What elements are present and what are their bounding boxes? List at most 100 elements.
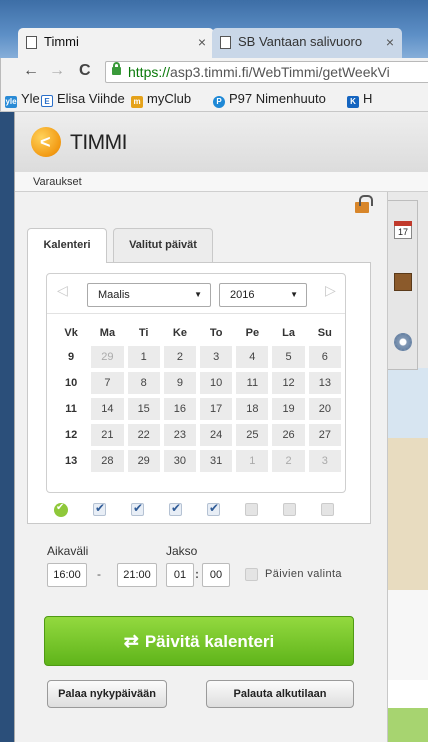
bookmark-p97-nimenhuuto[interactable]: P P97 Nimenhuuto — [213, 91, 326, 108]
bookmark-elisa-viihde[interactable]: E Elisa Viihde — [41, 91, 125, 107]
bookmark-label: Yle — [21, 91, 40, 106]
week-row: 10 7 8 9 10 11 12 13 — [55, 372, 341, 394]
day-cell[interactable]: 3 — [200, 346, 233, 368]
day-cell[interactable]: 14 — [91, 398, 124, 420]
weekday-checkbox-to[interactable] — [207, 501, 220, 516]
day-cell[interactable]: 11 — [236, 372, 269, 394]
nimenhuuto-icon: P — [213, 96, 225, 108]
close-icon[interactable]: × — [386, 28, 394, 56]
day-cell[interactable]: 26 — [272, 424, 305, 446]
k-icon: K — [347, 96, 359, 108]
bookmark-myclub[interactable]: m myClub — [131, 91, 191, 108]
day-cell[interactable]: 13 — [308, 372, 341, 394]
day-cell[interactable]: 29 — [91, 346, 124, 368]
timmi-app: < TIMMI Varaukset Kalenteri Valitut päiv… — [14, 112, 428, 742]
day-cell[interactable]: 2 — [163, 346, 197, 368]
next-month-icon[interactable]: ▷ — [325, 282, 336, 299]
prev-month-icon[interactable]: ◁ — [57, 282, 68, 299]
day-cell[interactable]: 6 — [308, 346, 341, 368]
unlock-icon[interactable] — [355, 195, 373, 213]
day-cell[interactable]: 23 — [163, 424, 197, 446]
month-select[interactable]: Maalis ▼ — [87, 283, 211, 307]
back-icon[interactable]: ← — [23, 61, 39, 81]
house-icon[interactable] — [394, 273, 412, 291]
day-cell[interactable]: 21 — [91, 424, 124, 446]
gear-icon[interactable] — [394, 333, 412, 351]
day-cell[interactable]: 5 — [272, 346, 305, 368]
menu-item-varaukset[interactable]: Varaukset — [33, 176, 82, 188]
calendar-background — [388, 708, 428, 742]
calendar-side-panel: Kalenteri Valitut päivät ◁ Maalis ▼ 2016… — [15, 192, 387, 742]
weekday-checkbox-la[interactable] — [283, 503, 296, 516]
reset-button[interactable]: Palauta alkutilaan — [206, 680, 354, 708]
reload-icon[interactable]: C — [79, 61, 91, 81]
address-bar[interactable]: https://asp3.timmi.fi/WebTimmi/getWeekVi — [105, 61, 428, 83]
tab-valitut-paivat[interactable]: Valitut päivät — [113, 228, 213, 262]
day-cell[interactable]: 4 — [236, 346, 269, 368]
week-row: 12 21 22 23 24 25 26 27 — [55, 424, 341, 446]
day-cell[interactable]: 17 — [200, 398, 233, 420]
bookmark-yle[interactable]: yle Yle — [5, 91, 40, 108]
day-cell[interactable]: 9 — [163, 372, 197, 394]
week-number[interactable]: 12 — [55, 424, 87, 446]
day-cell[interactable]: 10 — [200, 372, 233, 394]
day-cell[interactable]: 1 — [127, 346, 160, 368]
logo-text: TIMMI — [70, 131, 127, 154]
start-time-input[interactable]: 16:00 — [47, 563, 87, 587]
day-cell[interactable]: 15 — [127, 398, 160, 420]
jakso-hours-input[interactable]: 01 — [166, 563, 194, 587]
time-range-dash: - — [97, 567, 101, 581]
col-header: Ke — [172, 327, 187, 339]
week-number[interactable]: 10 — [55, 372, 87, 394]
day-cell[interactable]: 20 — [308, 398, 341, 420]
day-cell[interactable]: 18 — [236, 398, 269, 420]
tab-kalenteri[interactable]: Kalenteri — [27, 228, 107, 263]
paivien-valinta-checkbox[interactable] — [245, 568, 258, 581]
day-cell[interactable]: 3 — [308, 450, 341, 472]
day-cell[interactable]: 28 — [91, 450, 124, 472]
day-cell[interactable]: 24 — [200, 424, 233, 446]
week-number[interactable]: 13 — [55, 450, 87, 472]
bookmark-h[interactable]: KH — [347, 91, 372, 108]
day-cell[interactable]: 29 — [127, 450, 160, 472]
day-cell[interactable]: 27 — [308, 424, 341, 446]
url-protocol: https:// — [128, 64, 171, 80]
chevron-down-icon: ▼ — [194, 290, 202, 299]
paivien-valinta-label: Päivien valinta — [265, 568, 342, 580]
weekday-checkbox-ma[interactable] — [93, 501, 106, 516]
day-cell[interactable]: 19 — [272, 398, 305, 420]
update-calendar-button[interactable]: ⇄ Päivitä kalenteri — [44, 616, 354, 666]
day-cell[interactable]: 25 — [236, 424, 269, 446]
select-all-check-icon[interactable] — [54, 502, 68, 517]
weekday-checkbox-ke[interactable] — [169, 501, 182, 516]
year-select[interactable]: 2016 ▼ — [219, 283, 307, 307]
close-icon[interactable]: × — [198, 28, 206, 56]
browser-tab-timmi[interactable]: Timmi × — [18, 28, 214, 58]
day-cell[interactable]: 16 — [163, 398, 197, 420]
week-number[interactable]: 11 — [55, 398, 87, 420]
menu-bar: Varaukset — [15, 172, 428, 192]
day-cell[interactable]: 22 — [127, 424, 160, 446]
jakso-minutes-input[interactable]: 00 — [202, 563, 230, 587]
calendar-icon[interactable]: 17 — [394, 221, 412, 239]
calendar-background — [388, 438, 428, 590]
logo-glyph: < — [40, 132, 51, 152]
bookmark-label: H — [363, 91, 373, 106]
day-cell[interactable]: 30 — [163, 450, 197, 472]
weekday-checkbox-su[interactable] — [321, 503, 334, 516]
forward-icon[interactable]: → — [49, 61, 65, 81]
end-time-input[interactable]: 21:00 — [117, 563, 157, 587]
day-cell[interactable]: 7 — [91, 372, 124, 394]
tab-title: SB Vantaan salivuoro — [238, 34, 363, 49]
day-cell[interactable]: 1 — [236, 450, 269, 472]
day-cell[interactable]: 8 — [127, 372, 160, 394]
weekday-checkbox-pe[interactable] — [245, 503, 258, 516]
weekday-checkbox-ti[interactable] — [131, 501, 144, 516]
back-to-today-button[interactable]: Palaa nykypäivään — [47, 680, 167, 708]
day-cell[interactable]: 12 — [272, 372, 305, 394]
week-number[interactable]: 9 — [55, 346, 87, 368]
jakso-label: Jakso — [166, 544, 198, 558]
browser-tab-sb-vantaa[interactable]: SB Vantaan salivuoro × — [212, 28, 402, 58]
day-cell[interactable]: 2 — [272, 450, 305, 472]
day-cell[interactable]: 31 — [200, 450, 233, 472]
